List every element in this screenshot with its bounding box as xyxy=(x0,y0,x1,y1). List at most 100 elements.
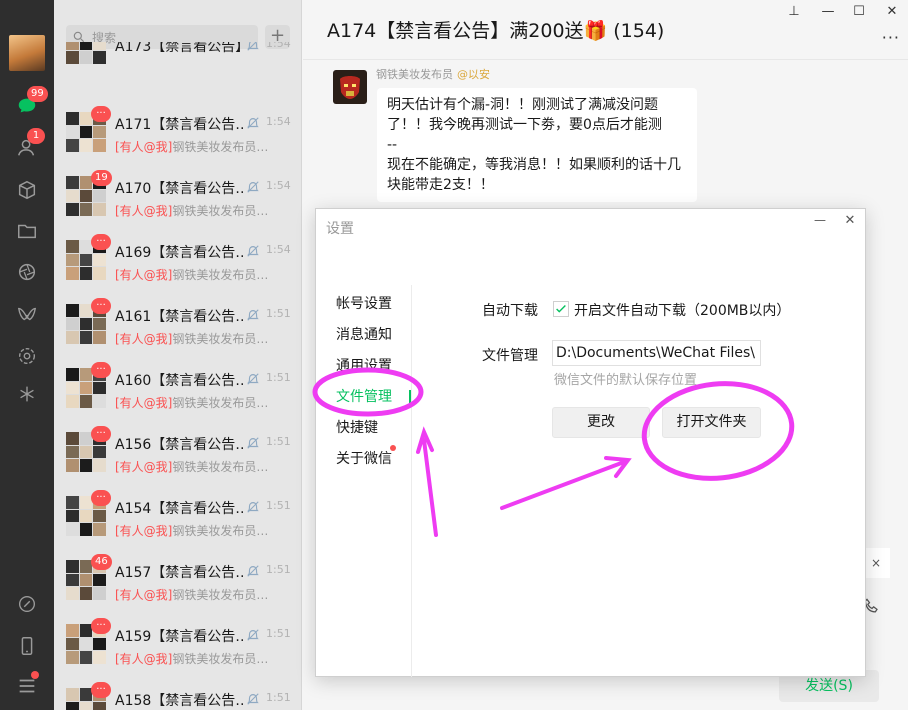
menu-notification-dot xyxy=(31,671,39,679)
mention-indicator: [有人@我] xyxy=(115,588,173,602)
preview-text: 钢铁美妆发布员… xyxy=(172,268,269,282)
phone-nav[interactable] xyxy=(13,634,41,658)
user-avatar[interactable] xyxy=(9,35,45,71)
settings-nav: 帐号设置 消息通知 通用设置 文件管理 快捷键 关于微信 xyxy=(316,285,412,677)
chats-nav[interactable]: 99 xyxy=(13,86,48,118)
chat-time: 1:51 xyxy=(266,499,291,512)
mute-bell-icon xyxy=(247,629,259,641)
settings-dialog: 设置 — ✕ 帐号设置 消息通知 通用设置 文件管理 快捷键 关于微信 自动下载… xyxy=(315,208,866,677)
mute-bell-icon xyxy=(247,565,259,577)
auto-download-checkbox[interactable] xyxy=(553,301,569,317)
unread-badge: ··· xyxy=(91,362,111,378)
contacts-badge: 1 xyxy=(27,128,45,144)
collections-nav[interactable] xyxy=(13,178,41,202)
chat-time: 1:54 xyxy=(266,115,291,128)
chat-title: A154【禁言看公告… xyxy=(115,501,245,517)
chat-preview: [有人@我]钢铁美妆发布员… xyxy=(115,202,285,219)
moments-nav[interactable] xyxy=(13,260,41,284)
mention-indicator: [有人@我] xyxy=(115,268,173,282)
maximize-button[interactable]: ☐ xyxy=(849,4,869,20)
chat-preview: [有人@我]钢铁美妆发布员… xyxy=(115,458,285,475)
menu-nav[interactable] xyxy=(13,671,41,698)
search-nav[interactable] xyxy=(13,344,41,368)
mention-tag: @以安 xyxy=(457,68,490,81)
preview-text: 钢铁美妆发布员… xyxy=(172,332,269,346)
chat-list-item[interactable]: 46 A157【禁言看公告… 1:51 [有人@我]钢铁美妆发布员… xyxy=(54,548,301,612)
sender-avatar[interactable] xyxy=(333,70,367,104)
open-folder-button[interactable]: 打开文件夹 xyxy=(662,407,761,438)
mute-bell-icon xyxy=(247,181,259,193)
chat-preview: [有人@我]钢铁美妆发布员… xyxy=(115,266,285,283)
preview-text: 钢铁美妆发布员… xyxy=(172,588,269,602)
mute-bell-icon xyxy=(247,42,259,51)
auto-download-option[interactable]: 开启文件自动下载（200MB以内） xyxy=(574,300,790,320)
chat-title: A170【禁言看公告… xyxy=(115,181,245,197)
chat-list-item[interactable]: ··· A159【禁言看公告… 1:51 [有人@我]钢铁美妆发布员… xyxy=(54,612,301,676)
settings-minimize-button[interactable]: — xyxy=(812,213,828,229)
chat-time: 1:51 xyxy=(266,563,291,576)
unread-badge: ··· xyxy=(91,298,111,314)
auto-download-label: 自动下载 xyxy=(482,303,538,319)
chat-time: 1:54 xyxy=(266,42,291,50)
link-icon xyxy=(18,595,36,613)
mini-program-panel-nav[interactable] xyxy=(13,592,41,616)
nav-notifications[interactable]: 消息通知 xyxy=(336,324,392,344)
mention-indicator: [有人@我] xyxy=(115,652,173,666)
folder-icon xyxy=(18,224,36,239)
unread-badge: ··· xyxy=(91,234,111,250)
unread-badge: ··· xyxy=(91,618,111,634)
save-path-field[interactable]: D:\Documents\WeChat Files\ xyxy=(552,340,761,366)
chat-title: A159【禁言看公告… xyxy=(115,629,245,645)
chat-list-item[interactable]: ··· A154【禁言看公告… 1:51 [有人@我]钢铁美妆发布员… xyxy=(54,484,301,548)
chat-title: A169【禁言看公告… xyxy=(115,245,245,261)
nav-about[interactable]: 关于微信 xyxy=(336,448,392,468)
channels-nav[interactable] xyxy=(13,302,41,326)
contacts-nav[interactable]: 1 xyxy=(13,128,45,160)
mini-programs-nav[interactable] xyxy=(13,382,41,406)
nav-account[interactable]: 帐号设置 xyxy=(336,293,392,313)
unread-badge: ··· xyxy=(91,426,111,442)
check-icon xyxy=(556,305,566,313)
close-button[interactable]: ✕ xyxy=(882,4,902,20)
nav-file-management[interactable]: 文件管理 xyxy=(336,386,392,406)
chat-preview: [有人@我]钢铁美妆发布员… xyxy=(115,394,285,411)
chat-list-item[interactable]: ··· A161【禁言看公告… 1:51 [有人@我]钢铁美妆发布员… xyxy=(54,292,301,356)
chat-list-panel: 搜索 + A173【禁言看公告】满200送1:54···A171【禁言看公告…1… xyxy=(54,0,302,710)
nav-shortcuts[interactable]: 快捷键 xyxy=(336,417,378,437)
chat-list-item[interactable]: ··· A156【禁言看公告… 1:51 [有人@我]钢铁美妆发布员… xyxy=(54,420,301,484)
mute-bell-icon xyxy=(247,693,259,705)
unread-badge: ··· xyxy=(91,106,111,122)
pin-button[interactable]: ⊥ xyxy=(784,4,804,20)
iron-mask-icon xyxy=(340,76,360,99)
chat-list-item[interactable]: ··· A171【禁言看公告… 1:54 [有人@我]钢铁美妆发布员… xyxy=(54,100,301,164)
chat-list-item[interactable]: 19 A170【禁言看公告… 1:54 [有人@我]钢铁美妆发布员… xyxy=(54,164,301,228)
chat-list-item[interactable]: A173【禁言看公告】满200送 1:54 xyxy=(54,42,301,64)
chat-list-item[interactable]: ··· A158【禁言看公告… 1:51 xyxy=(54,676,301,710)
mention-indicator: [有人@我] xyxy=(115,524,173,538)
mention-indicator: [有人@我] xyxy=(115,460,173,474)
files-nav[interactable] xyxy=(13,219,41,243)
chat-time: 1:51 xyxy=(266,371,291,384)
unread-badge: 46 xyxy=(91,554,112,570)
chat-list-item[interactable]: ··· A160【禁言看公告… 1:51 [有人@我]钢铁美妆发布员… xyxy=(54,356,301,420)
minimize-button[interactable]: — xyxy=(818,4,838,20)
unread-badge: 19 xyxy=(91,170,112,186)
chat-time: 1:51 xyxy=(266,627,291,640)
dismiss-small-button[interactable]: × xyxy=(862,548,890,578)
preview-text: 钢铁美妆发布员… xyxy=(172,652,269,666)
mention-indicator: [有人@我] xyxy=(115,332,173,346)
group-avatar xyxy=(66,42,106,64)
navigation-sidebar: 99 1 xyxy=(0,0,54,710)
chat-title: A173【禁言看公告】满200送 xyxy=(115,42,245,55)
nav-general[interactable]: 通用设置 xyxy=(336,355,392,375)
chat-time: 1:51 xyxy=(266,307,291,320)
settings-title: 设置 xyxy=(326,221,354,237)
chat-title: A160【禁言看公告… xyxy=(115,373,245,389)
chat-preview: [有人@我]钢铁美妆发布员… xyxy=(115,522,285,539)
change-path-button[interactable]: 更改 xyxy=(552,407,650,438)
chats-unread-badge: 99 xyxy=(27,86,48,102)
settings-close-button[interactable]: ✕ xyxy=(842,213,858,229)
more-options-button[interactable]: ··· xyxy=(882,28,900,47)
chat-list-item[interactable]: ··· A169【禁言看公告… 1:54 [有人@我]钢铁美妆发布员… xyxy=(54,228,301,292)
mute-bell-icon xyxy=(247,437,259,449)
